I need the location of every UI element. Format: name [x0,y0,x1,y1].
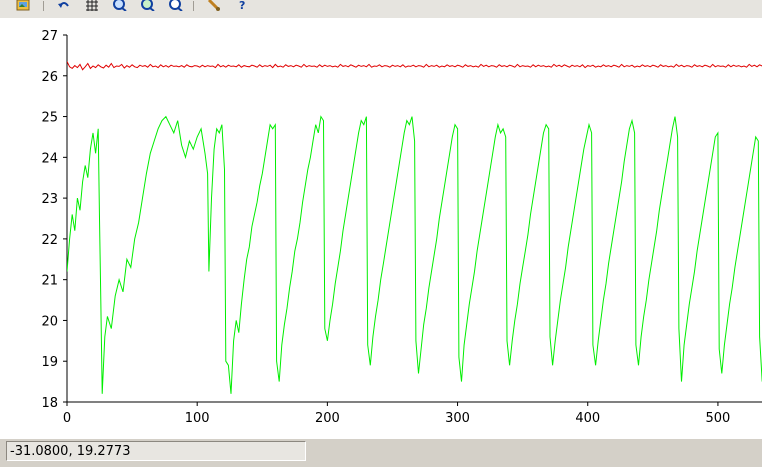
y-tick-label: 21 [41,274,58,289]
temperature-chart[interactable]: 18 19 20 21 22 23 24 25 26 27 0 100 200 300 400 500 [0,18,762,438]
series-line-1 [67,61,762,71]
zoom-in-icon[interactable] [111,0,129,11]
help-icon[interactable]: ? [233,0,251,11]
x-tick-label: 500 [706,411,731,426]
y-tick-label: 24 [41,151,58,166]
chart-axes [66,35,762,403]
zoom-out-icon[interactable] [139,0,157,11]
y-tick-label: 27 [41,29,58,44]
toolbar-separator [43,1,44,11]
y-tick-label: 25 [41,111,58,126]
series-line-2 [67,115,762,394]
y-tick-label: 20 [41,314,58,329]
plot-area[interactable]: 18 19 20 21 22 23 24 25 26 27 0 100 200 300 400 500 [0,18,762,438]
y-tick-label: 18 [41,396,58,411]
toolbar-separator [193,1,194,11]
y-tick-label: 19 [41,355,58,370]
settings-wrench-icon[interactable] [205,0,223,11]
cursor-coordinates: -31.0800, 19.2773 [6,441,306,461]
svg-text:?: ? [239,0,245,11]
y-tick-label: 23 [41,192,58,207]
y-tick-label: 22 [41,233,58,248]
chart-series [67,61,762,394]
y-tick-label: 26 [41,70,58,85]
x-tick-label: 0 [63,411,71,426]
x-tick-label: 400 [575,411,600,426]
zoom-reset-icon[interactable] [167,0,185,11]
x-tick-label: 100 [185,411,210,426]
grid-icon[interactable] [83,0,101,11]
toolbar: ? [0,0,762,19]
undo-zoom-icon[interactable] [55,0,73,11]
status-bar: -31.0800, 19.2773 [0,438,762,467]
x-tick-label: 200 [315,411,340,426]
export-image-icon[interactable] [14,0,32,11]
chart-ticks: 18 19 20 21 22 23 24 25 26 27 0 100 200 300 400 500 [41,29,730,426]
x-tick-label: 300 [445,411,470,426]
